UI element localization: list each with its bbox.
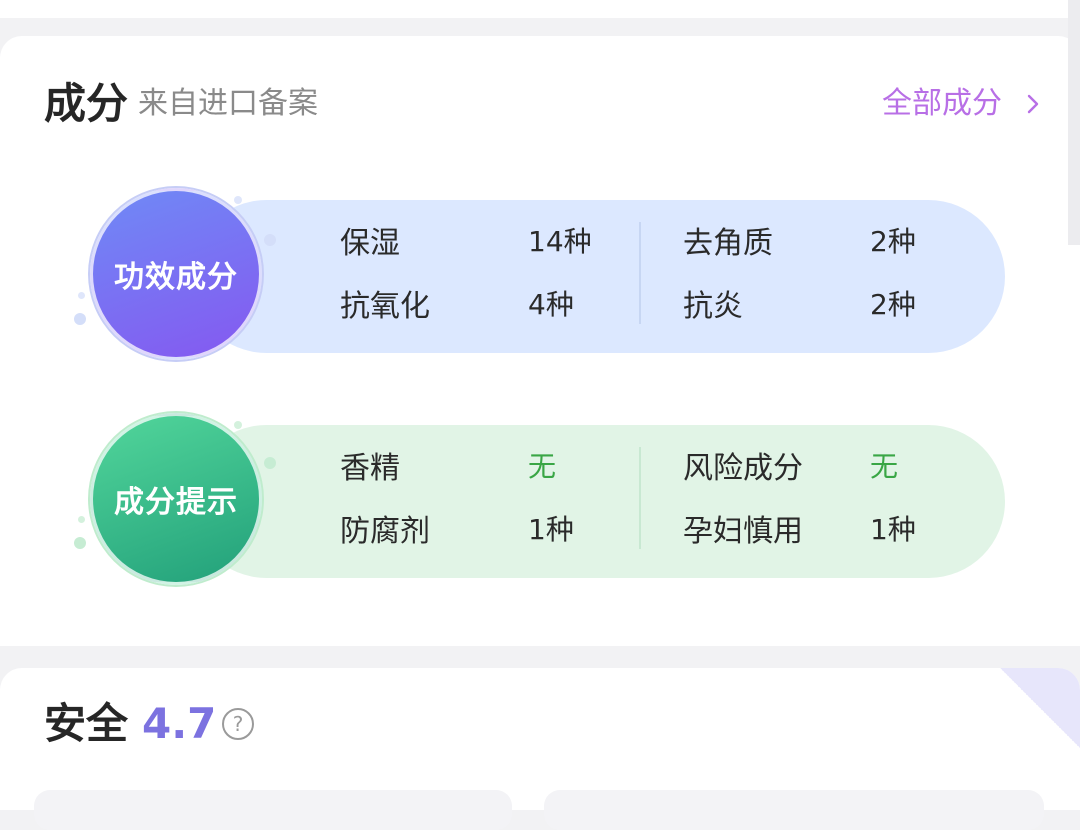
- decor-dot: [78, 292, 85, 299]
- tips-badge: 成分提示: [90, 413, 262, 585]
- all-ingredients-link[interactable]: 全部成分: [882, 84, 1002, 124]
- top-strip: [0, 0, 1080, 18]
- tips-item-value: 无: [528, 450, 557, 483]
- tips-item-label: 香精: [340, 451, 400, 486]
- ingredients-title: 成分: [44, 79, 129, 128]
- tips-item-label: 防腐剂: [340, 514, 430, 549]
- efficacy-item-label: 保湿: [340, 226, 400, 261]
- divider: [639, 447, 641, 549]
- divider: [639, 222, 641, 324]
- safety-sub-card: [544, 790, 1044, 830]
- decor-dot: [234, 421, 242, 429]
- efficacy-item-value: 4种: [528, 288, 574, 321]
- chevron-right-icon[interactable]: [1026, 92, 1040, 116]
- decor-dot: [74, 537, 86, 549]
- tips-item-label: 风险成分: [683, 451, 803, 486]
- tips-item-value: 1种: [870, 513, 916, 546]
- ingredients-subtitle: 来自进口备案: [138, 86, 318, 121]
- efficacy-item-value: 14种: [528, 225, 592, 258]
- tips-item-value: 1种: [528, 513, 574, 546]
- efficacy-item-value: 2种: [870, 288, 916, 321]
- efficacy-item-label: 抗氧化: [340, 289, 430, 324]
- efficacy-item-value: 2种: [870, 225, 916, 258]
- safety-title: 安全: [44, 699, 129, 748]
- help-icon[interactable]: ?: [222, 708, 254, 740]
- efficacy-item-label: 去角质: [683, 226, 773, 261]
- decor-dot: [264, 234, 276, 246]
- decor-dot: [264, 457, 276, 469]
- efficacy-item-label: 抗炎: [683, 289, 743, 324]
- decor-dot: [78, 516, 85, 523]
- safety-score: 4.7: [142, 699, 217, 748]
- tips-item-value: 无: [870, 450, 899, 483]
- decor-dot: [74, 313, 86, 325]
- scrollbar[interactable]: [1068, 0, 1080, 245]
- efficacy-badge: 功效成分: [90, 188, 262, 360]
- corner-decoration: [1000, 668, 1080, 748]
- tips-item-label: 孕妇慎用: [683, 514, 803, 549]
- safety-sub-card: [34, 790, 512, 830]
- decor-dot: [234, 196, 242, 204]
